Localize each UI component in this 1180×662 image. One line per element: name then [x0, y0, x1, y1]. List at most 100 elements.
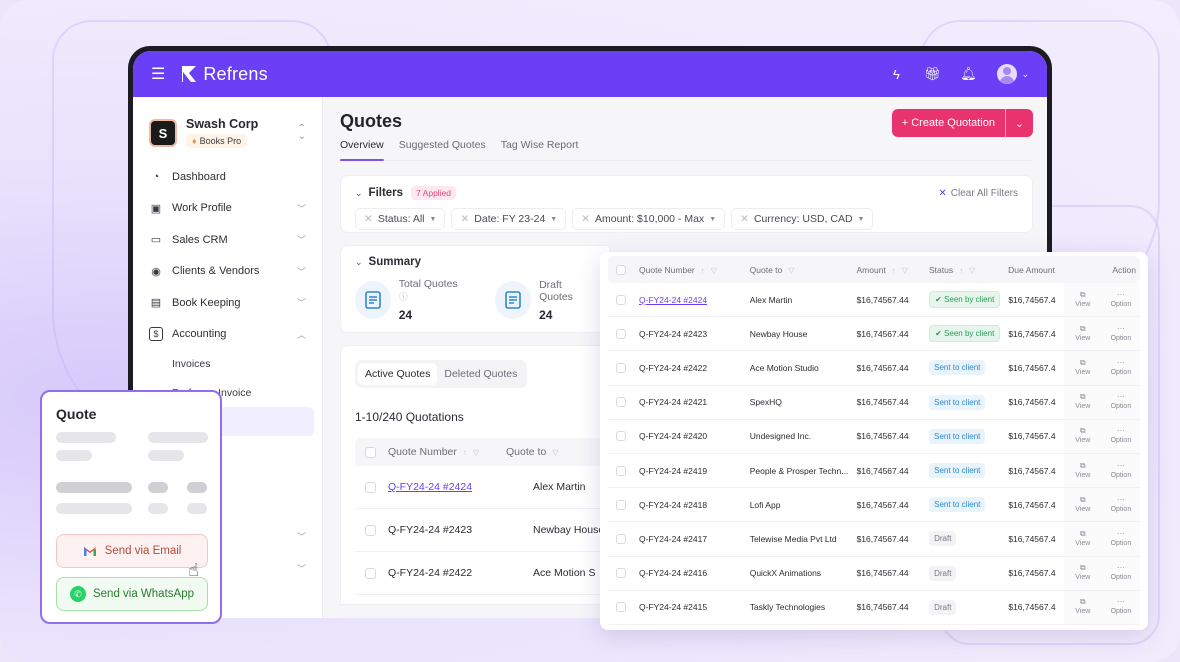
quote-number[interactable]: Q-FY24-24 #2423: [388, 524, 533, 536]
sidebar-item-sales-crm[interactable]: ▭ Sales CRM ﹀: [133, 224, 322, 256]
option-action[interactable]: ··· Option: [1101, 385, 1140, 419]
quote-number-link[interactable]: Q-FY24-24 #2424: [388, 481, 533, 493]
table-row[interactable]: Q-FY24-24 #2421 SpexHQ $16,74567.44 Sent to…: [608, 385, 1140, 420]
option-action[interactable]: ··· Option: [1101, 317, 1140, 351]
sidebar-item-accounting[interactable]: $ Accounting ︿: [133, 319, 322, 351]
sort-icon[interactable]: ↑: [463, 448, 467, 457]
remove-filter-icon[interactable]: ✕: [460, 213, 469, 225]
view-action[interactable]: ⧉ View: [1063, 453, 1102, 488]
menu-icon[interactable]: ☰: [151, 64, 165, 84]
send-via-whatsapp-button[interactable]: ✆ Send via WhatsApp: [56, 577, 208, 611]
quote-number-link[interactable]: Q-FY24-24 #2424: [639, 295, 750, 305]
row-checkbox[interactable]: [616, 499, 626, 510]
select-all-checkbox[interactable]: [616, 264, 626, 275]
sort-icon[interactable]: ↑: [701, 266, 705, 275]
table-row[interactable]: Q-FY24-24 #2423 Newbay House $16,74567.44 ✔…: [608, 317, 1140, 352]
quote-number[interactable]: Q-FY24-24 #2422: [388, 567, 533, 579]
table-row[interactable]: Q-FY24-24 #2423 Newbay House: [355, 509, 610, 552]
bell-icon[interactable]: 🔔︎: [960, 66, 977, 81]
filter-icon[interactable]: ▽: [788, 266, 794, 275]
row-checkbox[interactable]: [616, 602, 626, 613]
quote-number[interactable]: Q-FY24-24 #2422: [639, 363, 750, 373]
row-checkbox[interactable]: [616, 362, 626, 373]
view-action[interactable]: ⧉ View: [1063, 590, 1102, 624]
remove-filter-icon[interactable]: ✕: [364, 213, 373, 225]
option-action[interactable]: ··· Option: [1101, 590, 1140, 624]
filter-icon[interactable]: ▽: [473, 448, 479, 457]
filter-chip-date[interactable]: ✕ Date: FY 23-24 ▼: [451, 208, 567, 230]
table-row[interactable]: Q-FY24-24 #2419 People & Prosper Techn...…: [608, 453, 1140, 489]
header-quote-number[interactable]: Quote Number ↑ ▽: [639, 265, 750, 275]
view-action[interactable]: ⧉ View: [1063, 351, 1102, 385]
create-quotation-button[interactable]: + Create Quotation: [892, 109, 1005, 137]
tab-suggested-quotes[interactable]: Suggested Quotes: [399, 139, 486, 160]
segment-deleted-quotes[interactable]: Deleted Quotes: [437, 363, 524, 385]
row-checkbox[interactable]: [616, 465, 626, 476]
table-row[interactable]: Q-FY24-24 #2416 QuickX Animations $16,7456…: [608, 556, 1140, 591]
app-logo[interactable]: Refrens: [179, 64, 268, 85]
filter-icon[interactable]: ▽: [902, 266, 908, 275]
view-action[interactable]: ⧉ View: [1063, 385, 1102, 419]
view-action[interactable]: ⧉ View: [1063, 317, 1102, 351]
tab-overview[interactable]: Overview: [340, 139, 384, 161]
option-action[interactable]: ··· Option: [1101, 419, 1140, 453]
quote-number[interactable]: Q-FY24-24 #2418: [639, 500, 750, 510]
view-action[interactable]: ⧉ View: [1063, 556, 1102, 590]
table-row[interactable]: Q-FY24-24 #2418 Lofi App $16,74567.44 Sent …: [608, 488, 1140, 523]
switch-org-icon[interactable]: ⌃ ⌄: [298, 124, 306, 142]
quote-number[interactable]: Q-FY24-24 #2416: [639, 568, 750, 578]
view-action[interactable]: ⧉ View: [1063, 283, 1102, 317]
view-action[interactable]: ⧉ View: [1063, 488, 1102, 522]
header-quote-number[interactable]: Quote Number ↑ ▽: [388, 446, 506, 458]
row-checkbox[interactable]: [616, 397, 626, 408]
header-amount[interactable]: Amount ↑ ▽: [857, 265, 930, 275]
sort-icon[interactable]: ↑: [959, 266, 963, 275]
quote-number[interactable]: Q-FY24-24 #2421: [639, 397, 750, 407]
table-row[interactable]: Q-FY24-24 #2422 Ace Motion S: [355, 552, 610, 595]
send-via-email-button[interactable]: Send via Email: [56, 534, 208, 568]
row-checkbox[interactable]: [616, 431, 626, 442]
header-quote-to[interactable]: Quote to ▽: [750, 265, 857, 275]
sidebar-item-work-profile[interactable]: ▣ Work Profile ﹀: [133, 193, 322, 225]
quote-number[interactable]: Q-FY24-24 #2420: [639, 431, 750, 441]
table-row[interactable]: Q-FY24-24 #2420 Undesigned Inc. $16,74567.…: [608, 419, 1140, 454]
row-checkbox[interactable]: [616, 328, 626, 339]
quote-number[interactable]: Q-FY24-24 #2417: [639, 534, 750, 544]
sidebar-item-clients-vendors[interactable]: ◉ Clients & Vendors ﹀: [133, 256, 322, 288]
quote-number[interactable]: Q-FY24-24 #2415: [639, 602, 750, 612]
filter-icon[interactable]: ▽: [711, 266, 717, 275]
option-action[interactable]: ··· Option: [1101, 556, 1140, 590]
collapse-summary-icon[interactable]: ⌄: [355, 257, 363, 268]
table-row[interactable]: Q-FY24-24 #2422 Ace Motion Studio $16,7456…: [608, 351, 1140, 386]
row-checkbox[interactable]: [365, 567, 376, 579]
view-action[interactable]: ⧉ View: [1063, 419, 1102, 453]
table-row[interactable]: Q-FY24-24 #2417 Telewise Media Pvt Ltd $16…: [608, 522, 1140, 557]
table-row[interactable]: Q-FY24-24 #2415 Taskly Technologies $16,74…: [608, 590, 1140, 625]
profile-menu[interactable]: ⌄: [997, 64, 1029, 84]
collapse-filters-icon[interactable]: ⌄: [355, 188, 363, 199]
filter-chip-amount[interactable]: ✕ Amount: $10,000 - Max ▼: [572, 208, 726, 230]
gift-icon[interactable]: 🎁︎: [924, 66, 941, 81]
option-action[interactable]: ··· Option: [1101, 351, 1140, 385]
option-action[interactable]: ··· Option: [1101, 453, 1140, 488]
row-checkbox[interactable]: [616, 568, 626, 579]
sidebar-item-dashboard[interactable]: ◔ Dashboard: [133, 161, 322, 193]
clear-all-filters-button[interactable]: ✕ Clear All Filters: [938, 188, 1018, 199]
row-checkbox[interactable]: [616, 533, 626, 544]
filter-icon[interactable]: ▽: [552, 448, 558, 457]
row-checkbox[interactable]: [365, 481, 376, 493]
view-action[interactable]: ⧉ View: [1063, 522, 1102, 556]
option-action[interactable]: ··· Option: [1101, 283, 1140, 317]
option-action[interactable]: ··· Option: [1101, 488, 1140, 522]
info-icon[interactable]: ⓘ: [399, 292, 408, 302]
filter-chip-currency[interactable]: ✕ Currency: USD, CAD ▼: [731, 208, 874, 230]
row-checkbox[interactable]: [616, 294, 626, 305]
sidebar-item-book-keeping[interactable]: ▤ Book Keeping ﹀: [133, 287, 322, 319]
sidebar-subitem-invoices[interactable]: Invoices: [133, 350, 322, 379]
table-row[interactable]: Q-FY24-24 #2424 Alex Martin $16,74567.44 ✔ …: [608, 283, 1140, 318]
remove-filter-icon[interactable]: ✕: [581, 213, 590, 225]
remove-filter-icon[interactable]: ✕: [740, 213, 749, 225]
header-status[interactable]: Status ↑ ▽: [929, 265, 1008, 275]
option-action[interactable]: ··· Option: [1101, 522, 1140, 556]
tab-tag-wise-report[interactable]: Tag Wise Report: [501, 139, 579, 160]
